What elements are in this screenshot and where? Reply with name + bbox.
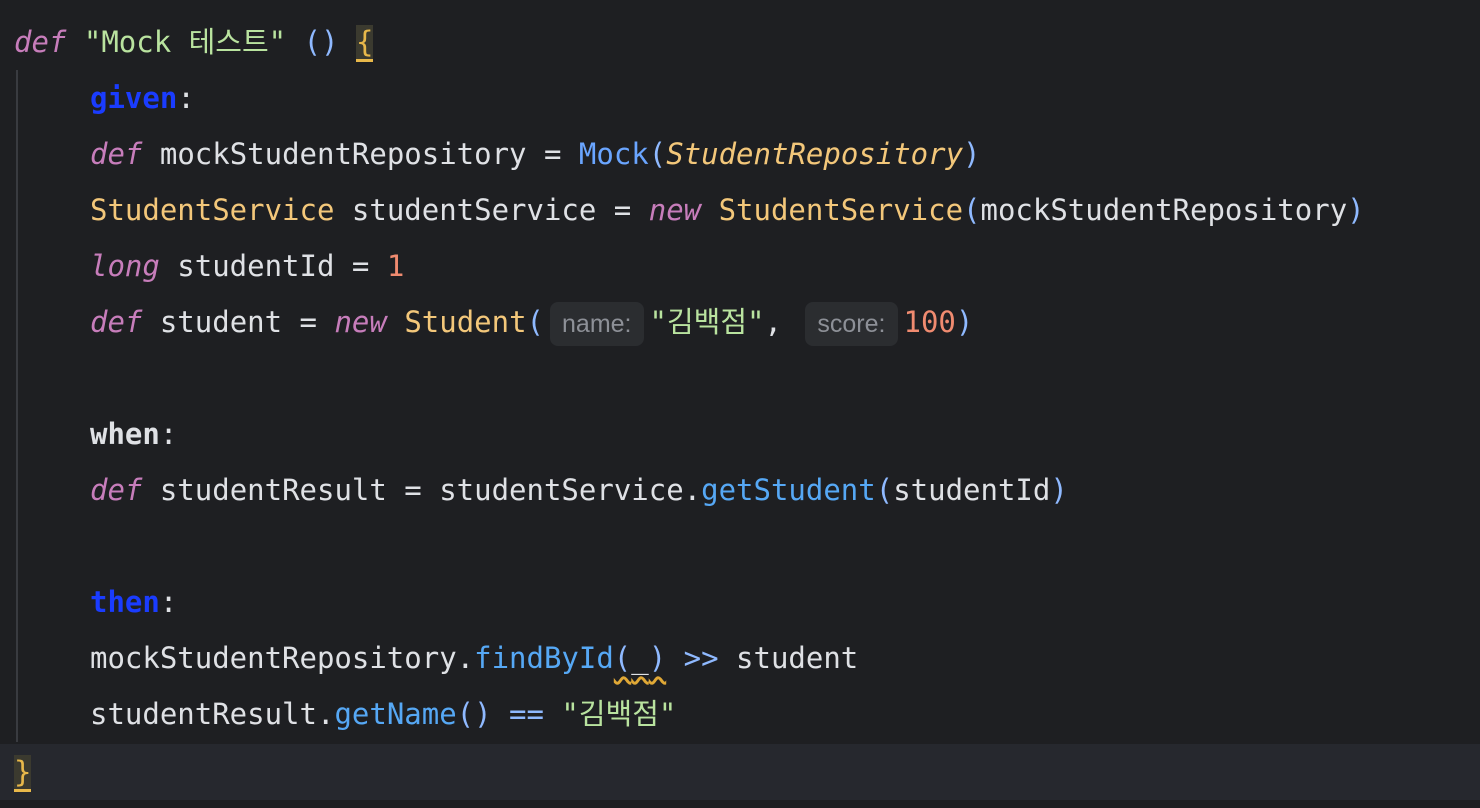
colon: :: [177, 81, 195, 115]
method-call: getStudent: [701, 473, 876, 507]
string-literal: "김백점": [561, 697, 677, 731]
wildcard-argument: _: [631, 641, 649, 675]
code-line-assert[interactable]: studentResult.getName() == "김백점": [0, 686, 676, 742]
parameter-hint-name: name:: [550, 302, 644, 346]
given-label: given: [90, 81, 178, 115]
when-label: when: [90, 417, 160, 451]
def-keyword: def: [90, 473, 143, 507]
comma: ,: [764, 305, 782, 339]
variable: studentId: [159, 249, 335, 283]
assign-op: =: [386, 473, 440, 507]
code-line-student[interactable]: def student = new Student(name: "김백점", sc…: [0, 294, 973, 350]
colon: :: [159, 585, 178, 619]
method-call: getName: [334, 697, 457, 731]
constructor-class: StudentService: [718, 193, 964, 227]
method-name-string: "Mock 테스트": [83, 25, 287, 59]
code-line-stub[interactable]: mockStudentRepository.findById(_) >> stu…: [0, 630, 858, 686]
open-paren: (: [963, 193, 981, 227]
number-literal: 100: [903, 305, 956, 339]
variable: mockStudentRepository: [159, 137, 527, 171]
open-paren: (: [613, 641, 632, 675]
function-call: Mock: [578, 137, 649, 171]
assign-op: =: [334, 249, 387, 283]
object-ref: mockStudentRepository.: [90, 641, 475, 675]
open-paren: (: [875, 473, 894, 507]
method-call: findById: [474, 641, 614, 675]
then-label: then: [90, 585, 160, 619]
variable: studentService: [334, 193, 597, 227]
assign-op: =: [282, 305, 335, 339]
def-keyword: def: [90, 305, 143, 339]
method-parens: (): [303, 25, 339, 59]
variable: student: [142, 305, 283, 339]
method-declaration-line[interactable]: def "Mock 테스트" () {: [0, 14, 374, 70]
open-brace: {: [355, 25, 374, 62]
constructor-class: Student: [404, 305, 527, 339]
code-line-service[interactable]: StudentService studentService = new Stud…: [0, 182, 1365, 238]
string-literal: "김백점": [649, 305, 765, 339]
assign-op: =: [596, 193, 649, 227]
code-line-student-result[interactable]: def studentResult = studentService.getSt…: [0, 462, 1068, 518]
colon: :: [159, 417, 178, 451]
number-literal: 1: [386, 249, 405, 283]
close-paren: ): [963, 137, 981, 171]
equality-operator: ==: [491, 697, 562, 731]
stub-operator: >>: [666, 641, 737, 675]
close-brace: }: [14, 755, 32, 792]
close-paren: ): [955, 305, 974, 339]
type-keyword: long: [90, 249, 160, 283]
def-keyword: def: [14, 25, 67, 59]
given-label-line[interactable]: given:: [0, 70, 195, 126]
code-editor[interactable]: def "Mock 테스트" () { given: def mockStude…: [0, 0, 1480, 808]
class-argument: StudentRepository: [666, 137, 964, 171]
then-label-line[interactable]: then:: [0, 574, 177, 630]
assign-op: =: [526, 137, 579, 171]
object-ref: studentResult.: [90, 697, 335, 731]
argument: studentId: [893, 473, 1051, 507]
close-paren: ): [1347, 193, 1365, 227]
new-keyword: new: [334, 305, 387, 339]
new-keyword: new: [648, 193, 702, 227]
closing-brace-line[interactable]: }: [0, 744, 32, 800]
close-paren: ): [1050, 473, 1068, 507]
code-line-student-id[interactable]: long studentId = 1: [0, 238, 404, 294]
method-parens: (): [456, 697, 492, 731]
object-ref: studentService.: [439, 473, 702, 507]
def-keyword: def: [90, 137, 143, 171]
when-label-line[interactable]: when:: [0, 406, 177, 462]
code-line-mock-repo[interactable]: def mockStudentRepository = Mock(Student…: [0, 126, 981, 182]
argument: mockStudentRepository: [980, 193, 1348, 227]
return-value: student: [736, 641, 859, 675]
open-paren: (: [648, 137, 667, 171]
variable: studentResult: [142, 473, 387, 507]
current-line-highlight: [0, 744, 1480, 800]
close-paren: ): [648, 641, 667, 675]
open-paren: (: [526, 305, 545, 339]
parameter-hint-score: score:: [805, 302, 898, 346]
type-name: StudentService: [90, 193, 335, 227]
